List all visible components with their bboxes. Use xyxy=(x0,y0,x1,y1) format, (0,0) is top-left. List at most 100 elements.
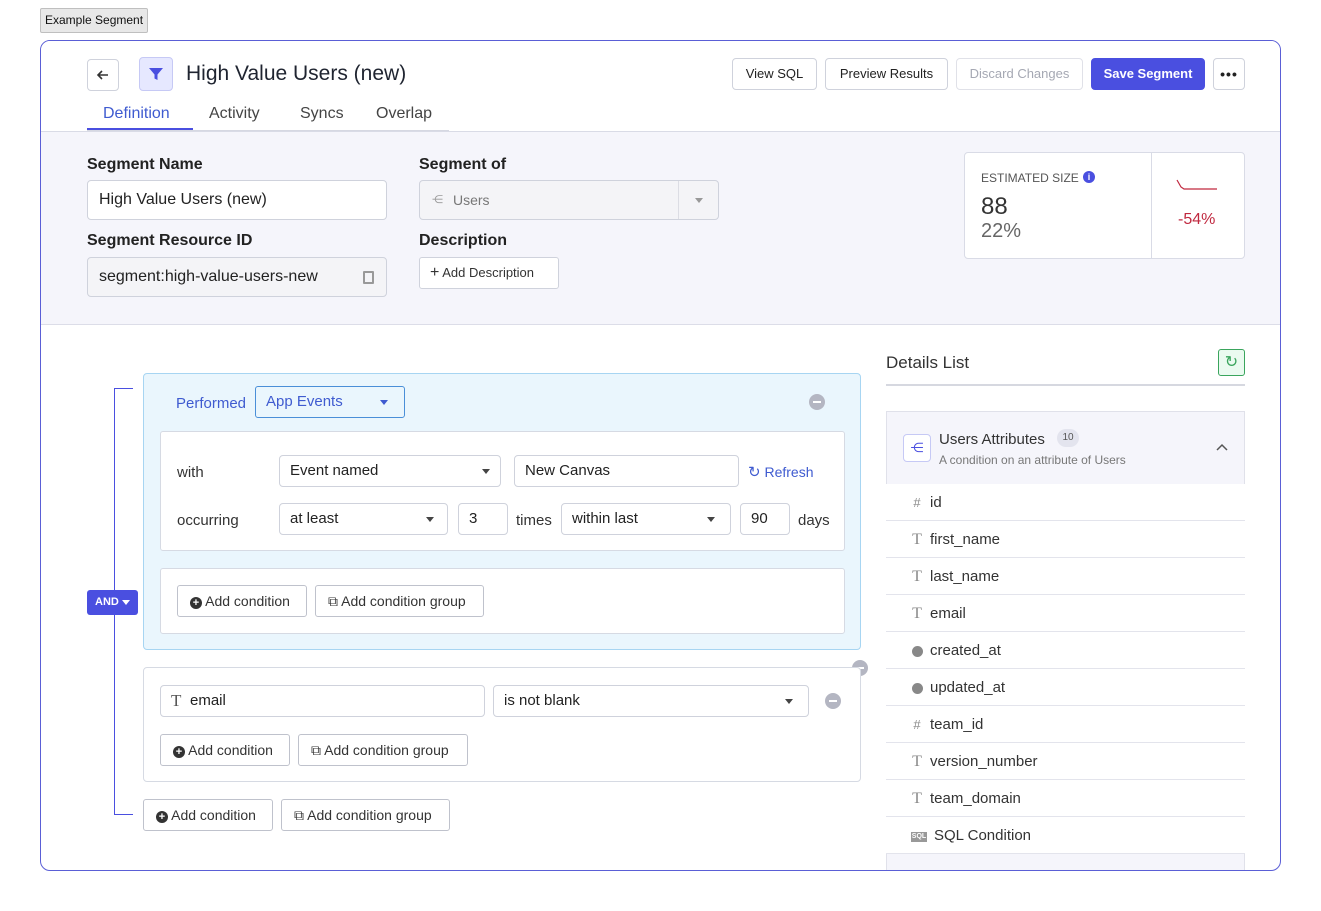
event-conditions-box: with Event named New Canvas ↻ Refresh oc… xyxy=(160,431,845,551)
plus-icon: + xyxy=(430,264,440,281)
layers-plus-icon: ⧉ xyxy=(328,593,338,609)
attribute-count-badge: 10 xyxy=(1057,429,1079,447)
number-type-icon: # xyxy=(913,717,921,732)
and-operator-button[interactable]: AND xyxy=(87,590,138,615)
add-description-label: Add Description xyxy=(442,265,535,280)
add-condition-button[interactable]: + Add condition xyxy=(160,734,290,766)
sql-icon: SQL xyxy=(910,831,928,842)
attribute-item[interactable]: updated_at xyxy=(886,669,1245,706)
section-title: Users Attributes xyxy=(939,431,1045,448)
segment-name-input[interactable]: High Value Users (new) xyxy=(87,180,387,220)
tab-underline xyxy=(87,130,449,131)
segment-editor: High Value Users (new) View SQL Preview … xyxy=(40,40,1281,871)
attribute-item[interactable]: Tlast_name xyxy=(886,558,1245,595)
model-icon: ⋲ xyxy=(903,434,931,462)
with-label: with xyxy=(177,464,204,481)
attribute-item[interactable]: Tteam_domain xyxy=(886,780,1245,817)
attribute-item[interactable]: Temail xyxy=(886,595,1245,632)
copy-icon[interactable] xyxy=(363,271,374,284)
add-condition-group-button[interactable]: ⧉ Add condition group xyxy=(298,734,468,766)
resource-id-label: Segment Resource ID xyxy=(87,232,253,249)
attribute-item[interactable]: # team_id xyxy=(886,706,1245,743)
ellipsis-icon: ••• xyxy=(1220,66,1238,82)
layers-plus-icon: ⧉ xyxy=(311,742,321,758)
attribute-item[interactable]: Tfirst_name xyxy=(886,521,1245,558)
more-menu-button[interactable]: ••• xyxy=(1213,58,1245,90)
refresh-icon: ↻ xyxy=(748,464,761,481)
add-condition-button[interactable]: + Add condition xyxy=(177,585,307,617)
frequency-operator-select[interactable]: at least xyxy=(279,503,448,535)
attribute-field-select[interactable]: T email xyxy=(160,685,485,717)
add-condition-group-label: Add condition group xyxy=(341,593,466,609)
attribute-operator-value: is not blank xyxy=(504,692,580,709)
attribute-item[interactable]: SQL SQL Condition xyxy=(886,817,1245,854)
plus-circle-icon: + xyxy=(173,746,185,758)
select-divider xyxy=(678,181,679,219)
attribute-operator-select[interactable]: is not blank xyxy=(493,685,809,717)
tab-activity[interactable]: Activity xyxy=(209,105,260,123)
attribute-name: id xyxy=(930,494,942,511)
save-segment-button[interactable]: Save Segment xyxy=(1091,58,1205,90)
arrow-left-icon xyxy=(96,70,108,80)
add-condition-label: Add condition xyxy=(171,807,256,823)
chevron-up-icon xyxy=(1216,443,1228,451)
frequency-count-input[interactable]: 3 xyxy=(458,503,508,535)
performed-label: Performed xyxy=(176,395,247,412)
add-condition-group-label: Add condition group xyxy=(324,742,449,758)
discard-changes-button[interactable]: Discard Changes xyxy=(956,58,1083,90)
tab-overlap[interactable]: Overlap xyxy=(376,105,432,123)
attribute-name: updated_at xyxy=(930,679,1006,696)
event-name-input[interactable]: New Canvas xyxy=(514,455,739,487)
attribute-item[interactable]: Tversion_number xyxy=(886,743,1245,780)
event-subconditions-box: + Add condition ⧉ Add condition group xyxy=(160,568,845,634)
clock-icon xyxy=(910,669,924,706)
attribute-item[interactable]: # id xyxy=(886,484,1245,521)
event-source-select[interactable]: App Events xyxy=(255,386,405,418)
trend-sparkline xyxy=(1176,179,1217,190)
remove-attribute-condition-icon[interactable] xyxy=(825,693,841,709)
attribute-field-value: email xyxy=(190,692,226,709)
refresh-icon[interactable]: ↻ xyxy=(1218,349,1245,376)
time-window-value: within last xyxy=(572,510,638,527)
text-type-icon: T xyxy=(912,790,922,807)
days-label: days xyxy=(798,512,830,529)
attribute-name: first_name xyxy=(930,531,1001,548)
add-condition-group-label: Add condition group xyxy=(307,807,432,823)
card-divider xyxy=(1151,153,1152,258)
estimated-count: 88 xyxy=(981,193,1008,220)
resource-id-value: segment:high-value-users-new xyxy=(99,268,318,285)
add-condition-group-button[interactable]: ⧉ Add condition group xyxy=(315,585,484,617)
filter-icon xyxy=(139,57,173,91)
attribute-name: last_name xyxy=(930,568,1000,585)
event-operator-select[interactable]: Event named xyxy=(279,455,501,487)
chevron-down-icon xyxy=(695,198,703,203)
tab-syncs[interactable]: Syncs xyxy=(300,105,344,123)
attribute-item[interactable]: created_at xyxy=(886,632,1245,669)
view-sql-button[interactable]: View SQL xyxy=(732,58,817,90)
chevron-down-icon xyxy=(426,517,434,522)
refresh-label: Refresh xyxy=(764,464,814,480)
remove-group-icon[interactable] xyxy=(809,394,825,410)
estimated-size-label: ESTIMATED SIZE xyxy=(981,171,1079,185)
chevron-down-icon xyxy=(482,469,490,474)
users-attributes-header[interactable]: ⋲ Users Attributes 10 A condition on an … xyxy=(886,411,1245,484)
back-button[interactable] xyxy=(87,59,119,91)
segment-of-select[interactable]: ⋲ Users xyxy=(419,180,719,220)
tab-definition[interactable]: Definition xyxy=(103,105,170,123)
performed-event-group: Performed App Events with Event named Ne… xyxy=(143,373,861,650)
header-bar: High Value Users (new) View SQL Preview … xyxy=(41,41,1280,132)
add-condition-label: Add condition xyxy=(188,742,273,758)
segment-name-label: Segment Name xyxy=(87,156,203,173)
refresh-link[interactable]: ↻ Refresh xyxy=(748,463,814,481)
attribute-name: email xyxy=(930,605,966,622)
attribute-condition-group: T email is not blank + Add condition ⧉ A… xyxy=(143,667,861,782)
window-days-input[interactable]: 90 xyxy=(740,503,790,535)
time-window-select[interactable]: within last xyxy=(561,503,731,535)
add-condition-group-button[interactable]: ⧉ Add condition group xyxy=(281,799,450,831)
preview-results-button[interactable]: Preview Results xyxy=(825,58,948,90)
attribute-name: team_id xyxy=(930,716,984,733)
add-condition-button[interactable]: + Add condition xyxy=(143,799,273,831)
add-description-button[interactable]: + Add Description xyxy=(419,257,559,289)
add-condition-label: Add condition xyxy=(205,593,290,609)
event-operator-value: Event named xyxy=(290,462,379,479)
